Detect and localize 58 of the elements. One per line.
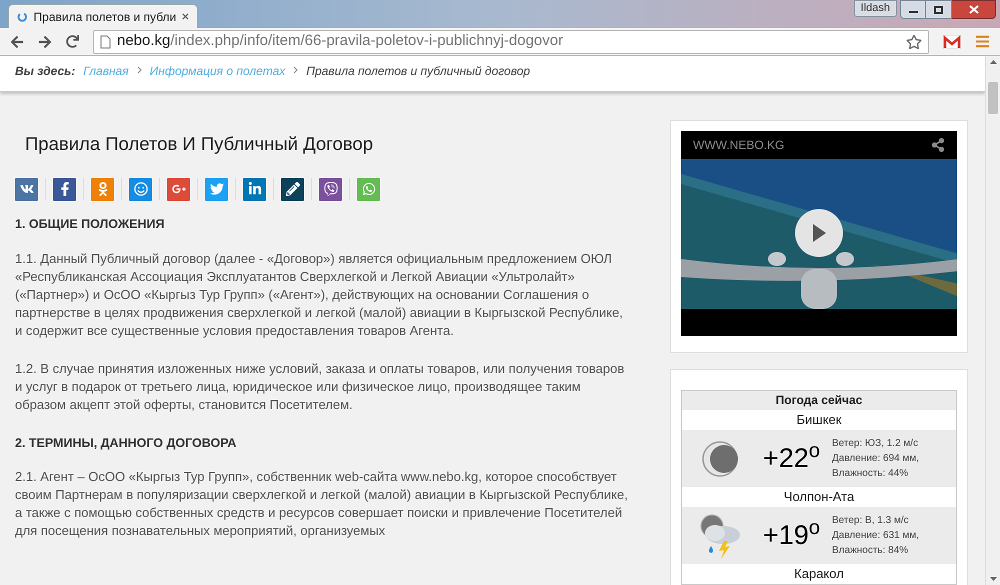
phone-icon (324, 182, 338, 196)
temperature: +19$^{o}$ (762, 516, 820, 552)
city-name: Чолпон-Ата (682, 487, 956, 507)
paragraph: 1.1. Данный Публичный договор (далее - «Договор») является официальным предложением ОЮЛ «Республиканская Ассоциация Эксплуатантов Сверхлегкой и Легкой Авиации «Ультролайт» («Партнер») и ОсОО «Кыргыз Тур Групп» («Агент»), действующих на основании Соглашения о партнерстве в целях продвижения сверхлегкой и легкой (малой) авиации в Кыргызской Республике, и содержит все существенные условия предоставления товаров Агента. (15, 250, 624, 340)
whatsapp-icon (362, 182, 376, 196)
weather-detail: Давление: 631 мм, (832, 529, 920, 543)
reload-icon[interactable] (66, 35, 79, 48)
url-text: nebo.kg/index.php/info/item/66-pravila-poletov-i-publichnyj-dogovor (117, 31, 564, 52)
close-icon (968, 5, 978, 14)
section-heading: 2. ТЕРМИНЫ, ДАННОГО ДОГОВОРА (15, 434, 238, 452)
menu-icon[interactable] (975, 34, 990, 49)
browser-tab[interactable]: Правила полетов и публи (8, 4, 198, 28)
weather-detail: Влажность: 84% (832, 544, 910, 558)
share-button[interactable] (281, 178, 304, 201)
weather-detail: Ветер: ЮЗ, 1.2 м/с (832, 437, 920, 451)
linkedin-icon (248, 182, 262, 196)
address-bar[interactable]: nebo.kg/index.php/info/item/66-pravila-poletov-i-publichnyj-dogovor (93, 30, 929, 54)
scroll-up-icon[interactable] (990, 60, 996, 64)
scroll-down-icon[interactable] (990, 577, 996, 581)
maximize-button[interactable] (926, 0, 952, 19)
video-watermark: WWW.NEBO.KG (693, 137, 784, 154)
share-button[interactable] (53, 178, 76, 201)
bird-icon (210, 182, 224, 196)
breadcrumb-current: Правила полетов и публичный договор (306, 63, 530, 80)
back-icon[interactable] (10, 34, 24, 48)
breadcrumb-label: Вы здесь: (15, 63, 76, 80)
minimize-button[interactable] (900, 0, 926, 19)
temperature: +22$^{o}$ (762, 439, 820, 476)
scrollbar[interactable] (985, 56, 1000, 585)
moon-icon (700, 438, 740, 478)
chevron-icon (136, 66, 142, 74)
profile-button[interactable]: Ildash (854, 0, 897, 17)
weather-detail: Ветер: В, 1.3 м/с (832, 514, 910, 528)
share-button[interactable] (243, 178, 266, 201)
star-icon[interactable] (906, 34, 922, 50)
chevron-icon (293, 66, 298, 74)
close-icon[interactable] (182, 12, 189, 21)
page-icon (100, 34, 111, 48)
close-button[interactable] (952, 0, 996, 19)
mail-icon[interactable] (943, 34, 961, 48)
share-button[interactable] (15, 178, 38, 201)
scrollbar-thumb[interactable] (988, 82, 998, 114)
play-icon (811, 223, 827, 243)
weather-detail: Давление: 694 мм, (832, 452, 920, 466)
city-name: Бишкек (682, 410, 956, 430)
weather-detail: Влажность: 44% (832, 467, 910, 481)
pencil-icon (286, 182, 300, 196)
section-heading: 1. ОБЩИЕ ПОЛОЖЕНИЯ (15, 216, 166, 233)
forward-icon[interactable] (38, 34, 52, 48)
share-icon[interactable] (931, 138, 945, 152)
city-name: Каракол (682, 564, 956, 584)
weather-title: Погода сейчас (774, 392, 864, 409)
smile-icon (134, 182, 148, 196)
tab-title: Правила полетов и публи (34, 8, 176, 26)
share-button[interactable] (319, 178, 342, 201)
paragraph: 2.1. Агент – ОсОО «Кыргыз Тур Групп», собственник web-сайта www.nebo.kg, которое способствует своим Партнерам в популяризации сверхлегкой и легкой (малой) авиации в Кыргызской Республике, а также с помощью собственных средств и ресурсов совершает поиски и привлечение Посетителей для посещения познавательных мероприятий, организуемых (15, 468, 629, 540)
article-title: Правила Полетов И Публичный Договор (25, 132, 374, 156)
paragraph: 1.2. В случае принятия изложенных ниже условий, заказа и оплаты товаров, или получения товаров и услуг в подарок от третьего лица, юридическое или физическое лицо, производящее таким образом акцепт этой оферты, становится Посетителем. (15, 360, 626, 414)
